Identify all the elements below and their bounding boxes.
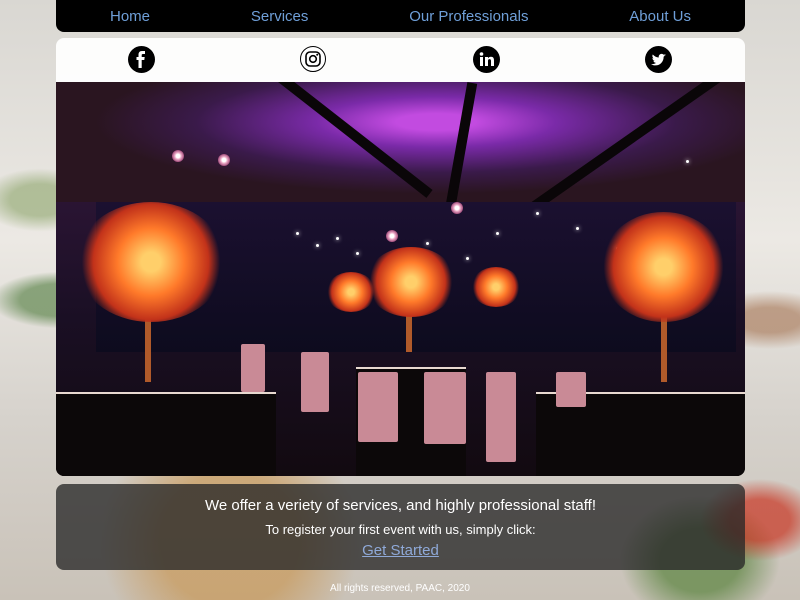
centerpiece-tree [471, 267, 521, 307]
ceiling-lighting [56, 82, 745, 202]
string-light [336, 237, 339, 240]
nav-services-link[interactable]: Services [251, 8, 309, 25]
instagram-icon[interactable] [300, 46, 326, 72]
nav-about-link[interactable]: About Us [629, 8, 691, 25]
linkedin-icon[interactable] [473, 46, 500, 73]
string-light [296, 232, 299, 235]
get-started-link[interactable]: Get Started [56, 542, 745, 559]
string-light [426, 242, 429, 245]
hero-event-photo [56, 82, 745, 476]
string-light [356, 252, 359, 255]
chair [556, 372, 586, 407]
social-bar [56, 38, 745, 82]
string-light [316, 244, 319, 247]
twitter-icon[interactable] [645, 46, 672, 73]
string-light [576, 227, 579, 230]
top-nav: Home Services Our Professionals About Us [56, 0, 745, 32]
info-subtext: To register your first event with us, si… [265, 522, 536, 537]
centerpiece-tree [366, 247, 456, 317]
centerpiece-tree [601, 212, 726, 322]
nav-professionals-link[interactable]: Our Professionals [409, 8, 528, 25]
pendant-light [172, 150, 184, 162]
string-light [536, 212, 539, 215]
chair [241, 344, 265, 392]
facebook-icon[interactable] [128, 46, 155, 73]
pendant-light [451, 202, 463, 214]
info-panel: We offer a veriety of services, and high… [56, 484, 745, 570]
chair [301, 352, 329, 412]
string-light [496, 232, 499, 235]
chair [424, 372, 466, 444]
string-light [466, 257, 469, 260]
pendant-light [386, 230, 398, 242]
centerpiece-tree [326, 272, 376, 312]
chair [486, 372, 516, 462]
string-light [686, 160, 689, 163]
banquet-table [56, 392, 276, 476]
centerpiece-tree [76, 202, 226, 322]
pendant-light [218, 154, 230, 166]
nav-home-link[interactable]: Home [110, 8, 150, 25]
info-headline: We offer a veriety of services, and high… [204, 497, 597, 514]
chair [358, 372, 398, 442]
footer-copyright: All rights reserved, PAAC, 2020 [330, 583, 470, 594]
